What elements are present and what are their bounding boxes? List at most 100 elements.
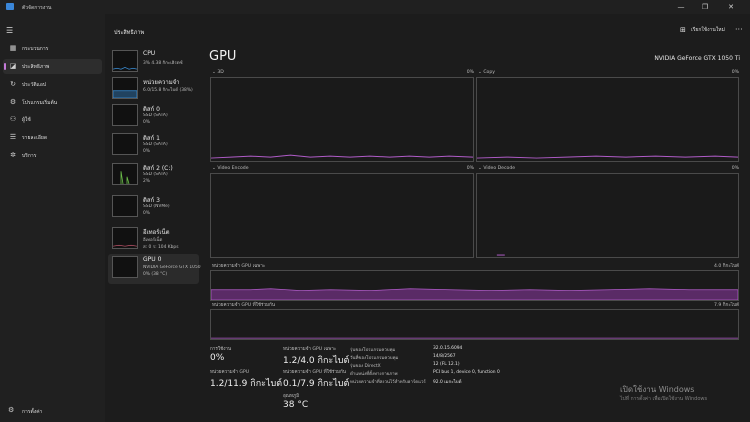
shared-memory-graph-label: หน่วยความจำ GPU ที่ใช้ร่วมกัน <box>212 303 275 308</box>
driver-date-value: 14/8/2567 <box>433 354 456 359</box>
settings-label: การตั้งค่า <box>22 409 43 415</box>
resource-thumbnail-graph <box>112 195 138 217</box>
shared-memory-label: หน่วยความจำ GPU ที่ใช้ร่วมกัน <box>283 370 346 375</box>
gpu-memory-value: 1.2/11.9 กิกะไบต์ <box>210 379 283 389</box>
resource-thumbnail-graph <box>112 133 138 155</box>
left-nav: ☰ <box>0 14 105 422</box>
driver-version-value: 32.0.15.6094 <box>433 346 463 351</box>
gpu-title: GPU <box>209 49 237 64</box>
resource-item[interactable]: หน่วยความจำ 6.0/15.8 กิกะไบต์ (38%) <box>108 75 199 105</box>
physical-location-label: ตำแหน่งที่ตั้งทางกายภาพ <box>350 372 398 377</box>
resource-item[interactable]: ดิสก์ 0 SSD (SATA) 0% <box>108 102 199 132</box>
directx-version-value: 12 (FL 12.1) <box>433 362 460 367</box>
resource-sub: 6.0/15.8 กิกะไบต์ (38%) <box>143 88 193 93</box>
resource-item[interactable]: CPU 3% 4.38 กิกะเฮิรตซ์ <box>108 48 199 78</box>
resource-val: 0% (38 °C) <box>143 272 168 277</box>
gpu-model: NVIDIA GeForce GTX 1050 Ti <box>654 55 740 62</box>
reserved-memory-label: หน่วยความจำที่สงวนไว้สำหรับฮาร์ดแวร์ <box>350 380 426 385</box>
performance-icon: ◪ <box>9 62 17 70</box>
minimize-button[interactable]: — <box>670 1 692 13</box>
nav-item-users[interactable]: ⚇ ผู้ใช้ <box>3 112 102 127</box>
shared-memory-max: 7.9 กิกะไบต์ <box>713 303 739 308</box>
gpu-memory-label: หน่วยความจำ GPU <box>210 370 250 375</box>
nav-item-label: โปรแกรมเริ่มต้น <box>22 100 58 106</box>
resource-name: GPU 0 <box>143 256 162 263</box>
graph-video-decode <box>476 173 739 258</box>
resource-sub: SSD (SATA) <box>143 172 168 177</box>
resource-thumbnail-graph <box>112 77 138 99</box>
engine-label-video-decode[interactable]: ⌄ Video Decode <box>478 166 515 171</box>
resource-sub: 3% 4.38 กิกะเฮิรตซ์ <box>143 61 183 66</box>
nav-item-label: ประวัติแอป <box>22 82 46 88</box>
dedicated-memory-graph-label: หน่วยความจำ GPU เฉพาะ <box>212 264 266 269</box>
window-title: ตัวจัดการงาน <box>22 5 52 11</box>
activation-watermark-subtitle: ไปที่ การตั้งค่า เพื่อเปิดใช้งาน Windows <box>620 396 708 402</box>
run-task-icon[interactable]: ⊞ <box>680 26 688 34</box>
resource-sub: NVIDIA GeForce GTX 1050 Ti <box>143 265 201 270</box>
resource-item[interactable]: ดิสก์ 1 SSD (SATA) 0% <box>108 131 199 161</box>
section-title: ประสิทธิภาพ <box>114 30 145 36</box>
resource-sub: SSD (SATA) <box>143 142 168 147</box>
details-icon: ☰ <box>9 133 17 141</box>
nav-item-services[interactable]: ✲ บริการ <box>3 148 102 163</box>
close-button[interactable]: ✕ <box>720 1 742 13</box>
resource-sub: อีเทอร์เน็ต <box>143 238 163 243</box>
temperature-value: 38 °C <box>283 400 309 410</box>
driver-version-label: รุ่นของโปรแกรมควบคุม <box>350 348 396 353</box>
resource-item[interactable]: อีเทอร์เน็ต อีเทอร์เน็ต ส: 0 ร: 104 Kbps <box>108 225 199 255</box>
run-new-task-button[interactable]: เรียกใช้งานใหม่ <box>691 26 725 34</box>
dedicated-memory-max: 4.0 กิกะไบต์ <box>713 264 739 269</box>
graph-dedicated-memory <box>210 270 739 301</box>
driver-date-label: วันที่ของโปรแกรมควบคุม <box>350 356 399 361</box>
engine-label-copy[interactable]: ⌄ Copy <box>478 70 495 75</box>
resource-name: CPU <box>143 50 156 57</box>
active-indicator <box>4 63 6 70</box>
nav-item-history[interactable]: ↻ ประวัติแอป <box>3 77 102 92</box>
users-icon: ⚇ <box>9 115 17 123</box>
resource-item[interactable]: ดิสก์ 3 SSD (NVMe) 0% <box>108 193 199 223</box>
hamburger-icon[interactable]: ☰ <box>6 26 13 35</box>
dedicated-memory-value: 1.2/4.0 กิกะไบต์ <box>283 356 350 366</box>
temperature-label: อุณหภูมิ <box>283 394 300 399</box>
resource-val: 0% <box>143 120 150 125</box>
utilization-value: 0% <box>210 353 225 363</box>
dedicated-memory-label: หน่วยความจำ GPU เฉพาะ <box>283 347 337 352</box>
nav-item-label: ประสิทธิภาพ <box>22 64 50 70</box>
resource-val: 2% <box>143 179 150 184</box>
resource-thumbnail-graph <box>112 256 138 278</box>
engine-label-3d[interactable]: ⌄ 3D <box>212 70 224 75</box>
title-bar: ตัวจัดการงาน — ❐ ✕ <box>0 0 750 14</box>
task-manager-icon <box>6 3 14 10</box>
resource-sub: SSD (SATA) <box>143 113 168 118</box>
engine-pct-video-encode: 0% <box>466 166 474 171</box>
engine-pct-3d: 0% <box>466 70 474 75</box>
nav-item-processes[interactable]: ▦ กระบวนการ <box>3 41 102 56</box>
nav-item-label: กระบวนการ <box>22 46 49 52</box>
maximize-button[interactable]: ❐ <box>694 1 716 13</box>
resource-val: ส: 0 ร: 104 Kbps <box>143 245 179 250</box>
nav-item-startup[interactable]: ⚙ โปรแกรมเริ่มต้น <box>3 95 102 110</box>
resource-item[interactable]: GPU 0 NVIDIA GeForce GTX 1050 Ti 0% (38 °C… <box>108 254 201 284</box>
resource-sub: SSD (NVMe) <box>143 204 170 209</box>
more-options-button[interactable]: ··· <box>735 25 743 34</box>
engine-label-video-encode[interactable]: ⌄ Video Encode <box>212 166 249 171</box>
nav-item-label: ผู้ใช้ <box>22 117 31 123</box>
resource-thumbnail-graph <box>112 227 138 249</box>
shared-memory-value: 0.1/7.9 กิกะไบต์ <box>283 379 350 389</box>
nav-item-performance[interactable]: ◪ ประสิทธิภาพ <box>3 59 102 74</box>
engine-pct-video-decode: 0% <box>731 166 739 171</box>
reserved-memory-value: 92.0 เมกะไบต์ <box>433 380 462 385</box>
graph-copy <box>476 77 739 162</box>
nav-item-details[interactable]: ☰ รายละเอียด <box>3 130 102 145</box>
settings-item[interactable]: ⚙ การตั้งค่า <box>3 404 102 418</box>
resource-item[interactable]: ดิสก์ 2 (C:) SSD (SATA) 2% <box>108 161 199 191</box>
nav-item-label: บริการ <box>22 153 37 159</box>
resource-thumbnail-graph <box>112 50 138 72</box>
utilization-label: การใช้งาน <box>210 347 232 352</box>
graph-video-encode <box>210 173 474 258</box>
physical-location-value: PCI bus 1, device 0, function 0 <box>433 370 500 375</box>
gear-icon: ⚙ <box>8 406 15 414</box>
history-icon: ↻ <box>10 80 16 88</box>
services-icon: ✲ <box>10 151 16 159</box>
nav-item-label: รายละเอียด <box>22 135 48 141</box>
